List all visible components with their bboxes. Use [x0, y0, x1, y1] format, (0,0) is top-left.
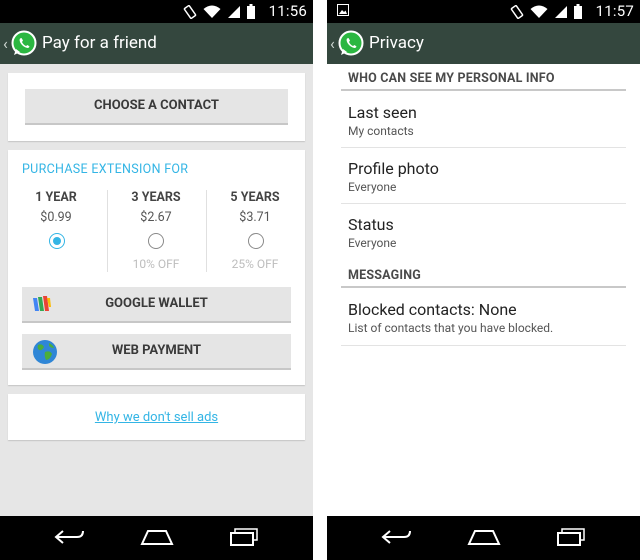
radio-1-year[interactable] [49, 233, 65, 249]
ads-card: Why we don't sell ads [8, 394, 305, 440]
setting-title: Blocked contacts: None [348, 300, 517, 319]
option-years: 1 YEAR [35, 190, 77, 205]
globe-icon [33, 340, 57, 364]
screen-title: Pay for a friend [42, 33, 157, 53]
purchase-card: PURCHASE EXTENSION FOR 1 YEAR $0.99 3 YE… [8, 150, 305, 385]
web-payment-label: WEB PAYMENT [111, 343, 202, 358]
option-price: $0.99 [40, 210, 72, 225]
choose-contact-card: CHOOSE A CONTACT [8, 73, 305, 141]
row-divider [341, 147, 626, 148]
row-divider [341, 345, 626, 346]
section-divider [341, 286, 626, 288]
setting-title: Profile photo [348, 159, 439, 178]
wifi-icon [530, 5, 548, 18]
option-discount: 10% OFF [132, 257, 180, 271]
setting-value: Everyone [348, 180, 397, 194]
screen-title: Privacy [369, 33, 424, 53]
action-bar: ‹ Pay for a friend [0, 23, 313, 64]
google-wallet-label: GOOGLE WALLET [105, 296, 208, 311]
home-nav-icon[interactable] [140, 527, 174, 547]
navigation-bar [0, 516, 313, 560]
whatsapp-logo-icon[interactable] [338, 30, 364, 56]
wifi-icon [203, 5, 221, 18]
google-wallet-icon [33, 296, 51, 311]
google-wallet-button[interactable]: GOOGLE WALLET [22, 287, 291, 323]
setting-title: Last seen [348, 103, 417, 122]
screen-rotation-icon [183, 4, 197, 19]
option-years: 3 YEARS [131, 190, 181, 205]
home-nav-icon[interactable] [467, 527, 501, 547]
setting-subtitle: List of contacts that you have blocked. [348, 321, 554, 335]
setting-value: My contacts [348, 124, 414, 138]
radio-3-years[interactable] [148, 233, 164, 249]
back-nav-icon[interactable] [380, 527, 412, 547]
option-years: 5 YEARS [230, 190, 280, 205]
action-bar: ‹ Privacy [327, 23, 640, 64]
whatsapp-logo-icon[interactable] [11, 30, 37, 56]
navigation-bar [327, 516, 640, 560]
purchase-section-title: PURCHASE EXTENSION FOR [22, 162, 189, 177]
privacy-screen: 11:57 ‹ Privacy WHO CAN SEE MY PERSONAL … [327, 0, 640, 560]
option-discount: 25% OFF [231, 257, 279, 271]
setting-value: Everyone [348, 236, 397, 250]
pay-for-friend-screen: 11:56 ‹ Pay for a friend CHOOSE A CONTAC… [0, 0, 313, 560]
row-divider [341, 203, 626, 204]
status-time: 11:56 [268, 2, 307, 20]
up-caret-icon[interactable]: ‹ [330, 34, 335, 53]
status-bar: 11:57 [327, 0, 640, 23]
option-1-year[interactable]: 1 YEAR $0.99 [8, 190, 104, 225]
option-price: $2.67 [140, 210, 172, 225]
signal-icon [555, 5, 567, 18]
section-header-messaging: MESSAGING [348, 268, 421, 283]
recents-nav-icon[interactable] [555, 527, 587, 547]
back-nav-icon[interactable] [53, 527, 85, 547]
option-5-years[interactable]: 5 YEARS $3.71 25% OFF [207, 190, 303, 271]
choose-contact-button[interactable]: CHOOSE A CONTACT [25, 89, 288, 125]
battery-icon [247, 4, 255, 19]
setting-title: Status [348, 215, 394, 234]
image-notification-icon [337, 4, 349, 16]
recents-nav-icon[interactable] [228, 527, 260, 547]
up-caret-icon[interactable]: ‹ [3, 34, 8, 53]
radio-5-years[interactable] [248, 233, 264, 249]
status-bar: 11:56 [0, 0, 313, 23]
option-price: $3.71 [239, 210, 271, 225]
battery-icon [574, 4, 582, 19]
screen-rotation-icon [510, 4, 524, 19]
section-divider [341, 89, 626, 91]
option-3-years[interactable]: 3 YEARS $2.67 10% OFF [108, 190, 204, 271]
status-time: 11:57 [595, 2, 634, 20]
why-no-ads-link[interactable]: Why we don't sell ads [8, 410, 305, 425]
web-payment-button[interactable]: WEB PAYMENT [22, 334, 291, 370]
signal-icon [228, 5, 240, 18]
section-header-personal-info: WHO CAN SEE MY PERSONAL INFO [348, 71, 555, 86]
